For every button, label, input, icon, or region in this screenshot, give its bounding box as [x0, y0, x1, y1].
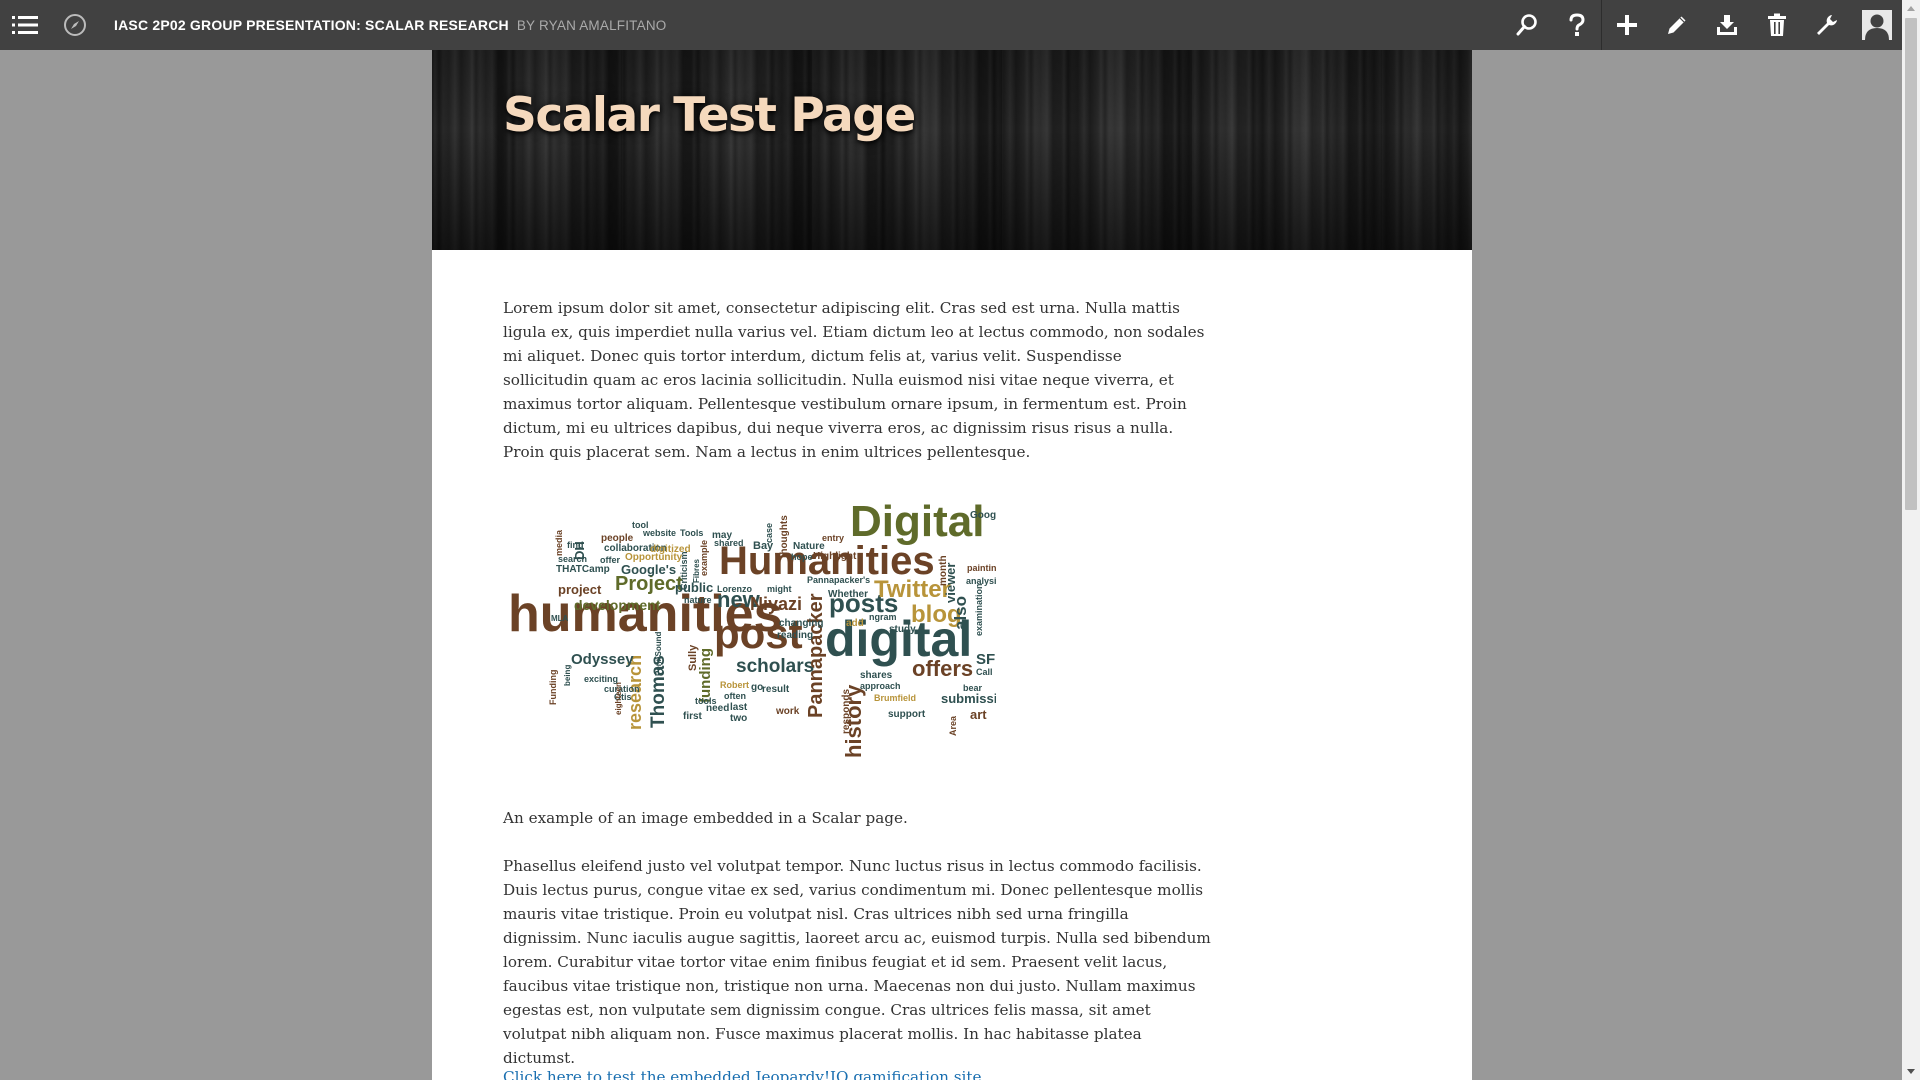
word-cloud-word: entry — [822, 533, 844, 543]
word-cloud-word: reading — [777, 630, 813, 641]
word-cloud-word: THATCamp — [556, 564, 610, 575]
word-cloud-word: tool — [632, 520, 649, 530]
word-cloud-word: month — [938, 555, 949, 586]
scrollbar-thumb[interactable] — [1905, 18, 1917, 510]
word-cloud-word: Google's — [621, 562, 676, 577]
page-content: Scalar Test Page Lorem ipsum dolor sit a… — [432, 50, 1472, 1080]
word-cloud-word: being — [563, 665, 572, 686]
word-cloud-word: result — [762, 684, 790, 695]
word-cloud-word: case — [764, 523, 774, 543]
word-cloud-word: need — [706, 703, 729, 714]
word-cloud-word: SF — [976, 651, 995, 668]
word-cloud-word: funding — [697, 648, 714, 703]
import-icon[interactable] — [1702, 0, 1752, 50]
word-cloud-word: project — [558, 582, 602, 597]
word-cloud-word: Odyssey — [571, 651, 634, 668]
word-cloud-word: example — [699, 540, 709, 576]
body-paragraph-1: Lorem ipsum dolor sit amet, consectetur … — [503, 299, 1205, 461]
word-cloud-word: development — [574, 597, 661, 613]
word-cloud-word: art — [970, 707, 987, 722]
word-cloud-word: PennSound — [654, 631, 663, 676]
word-cloud-word: go — [751, 682, 763, 693]
word-cloud-word: Niyazi — [750, 594, 802, 614]
word-cloud-word: hope — [791, 552, 813, 562]
word-cloud-word: exciting — [584, 674, 618, 684]
image-caption: An example of an image embedded in a Sca… — [503, 809, 908, 827]
word-cloud-word: DH — [572, 541, 587, 560]
word-cloud-word: last — [730, 702, 748, 713]
word-cloud-word: Funding — [548, 670, 558, 706]
word-cloud-word: offers — [912, 656, 973, 681]
word-cloud-word: painting — [967, 563, 996, 573]
word-cloud-word: Lorenzo — [717, 584, 753, 594]
word-cloud-word: changing — [779, 618, 823, 629]
book-title[interactable]: IASC 2P02 GROUP PRESENTATION: SCALAR RES… — [114, 0, 667, 50]
menu-icon[interactable] — [0, 0, 50, 50]
top-navigation-bar: IASC 2P02 GROUP PRESENTATION: SCALAR RES… — [0, 0, 1902, 50]
vertical-scrollbar[interactable] — [1902, 0, 1920, 1080]
word-cloud-word: Whether — [828, 589, 868, 600]
page-banner: Scalar Test Page — [432, 50, 1472, 250]
word-cloud-word: nature — [684, 595, 712, 605]
word-cloud-word: media — [554, 529, 564, 556]
word-cloud-word: Call — [976, 667, 993, 677]
word-cloud-word: Brumfield — [874, 693, 916, 703]
word-cloud-word: Area — [948, 715, 958, 736]
scroll-up-arrow-icon[interactable] — [1907, 6, 1915, 11]
word-cloud-word: Criticism — [679, 551, 689, 590]
dashboard-icon[interactable] — [1802, 0, 1852, 50]
word-cloud-word: scholars — [736, 656, 814, 677]
word-cloud-word: often — [724, 691, 746, 701]
word-cloud-word: bear — [963, 683, 983, 693]
word-cloud-word: Pannapacker's — [807, 575, 870, 585]
word-cloud-word: shares — [860, 670, 893, 681]
word-cloud-word: thoughts — [779, 515, 790, 558]
word-cloud-word: first — [683, 711, 703, 722]
compass-icon[interactable] — [50, 0, 100, 50]
word-cloud-word: might — [767, 584, 792, 594]
add-icon[interactable] — [1602, 0, 1652, 50]
body-paragraph-2: Phasellus eleifend justo vel volutpat te… — [503, 857, 1211, 1067]
word-cloud-word: ngram — [869, 612, 897, 622]
word-cloud-word: Pannapacker — [805, 593, 827, 718]
book-byline: BY RYAN AMALFITANO — [516, 18, 667, 33]
word-cloud-word: approach — [860, 681, 901, 691]
word-cloud-word: Sully — [687, 644, 699, 671]
search-icon[interactable] — [1502, 0, 1552, 50]
word-cloud-word: support — [888, 709, 926, 720]
word-cloud-word: Tools — [680, 528, 703, 538]
word-cloud-word: Digital — [850, 497, 984, 546]
word-cloud-word: MLA — [551, 614, 569, 623]
word-cloud-word: Robert — [720, 680, 749, 690]
word-cloud-word: responds — [841, 689, 852, 734]
scroll-down-arrow-icon[interactable] — [1907, 1069, 1915, 1074]
word-cloud-word: study — [889, 624, 916, 635]
word-cloud-word: eighteen — [614, 682, 623, 715]
word-cloud-word: Google — [970, 510, 996, 521]
word-cloud-word: add — [846, 618, 864, 629]
word-cloud-word: offer — [600, 555, 620, 565]
word-cloud-word: two — [730, 713, 747, 724]
book-title-text[interactable]: IASC 2P02 GROUP PRESENTATION: SCALAR RES… — [114, 17, 509, 33]
page-title: Scalar Test Page — [503, 88, 916, 143]
delete-icon[interactable] — [1752, 0, 1802, 50]
word-cloud-word: work — [775, 706, 800, 717]
help-icon[interactable] — [1552, 0, 1602, 50]
jeopardy-link[interactable]: Click here to test the embedded Jeopardy… — [503, 1065, 1211, 1080]
word-cloud-word: may — [712, 530, 732, 541]
user-icon[interactable] — [1852, 0, 1902, 50]
word-cloud-word: people — [601, 533, 634, 544]
word-cloud-word: submission — [941, 691, 996, 706]
edit-icon[interactable] — [1652, 0, 1702, 50]
word-cloud-word: Highlight — [813, 551, 857, 562]
word-cloud-image[interactable]: humanitiesHumanitiesdigitalDigitalpostpo… — [504, 496, 996, 766]
word-cloud-word: examination — [974, 583, 984, 636]
